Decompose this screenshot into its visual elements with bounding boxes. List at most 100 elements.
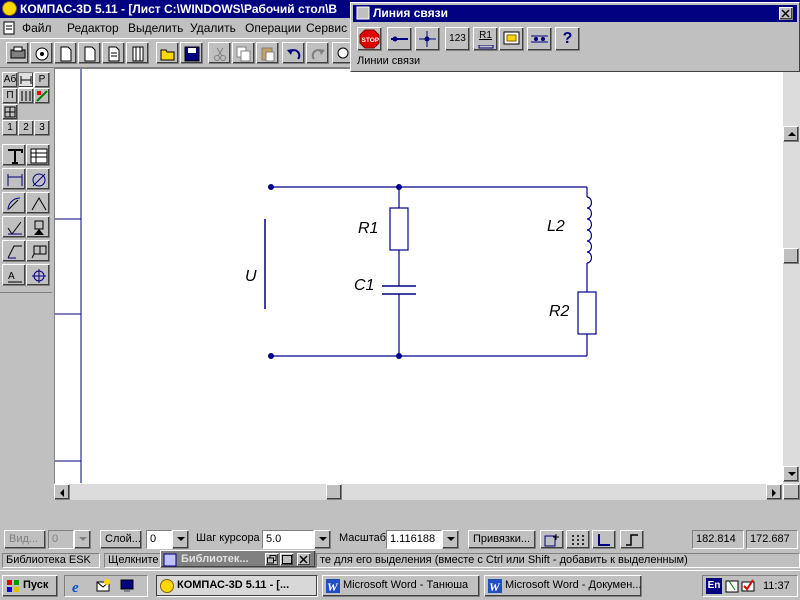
inductor-l2 — [586, 196, 593, 264]
position-label-button[interactable]: A — [2, 264, 26, 286]
task-word-2[interactable]: W Microsoft Word - Докумен... — [484, 575, 642, 597]
task-kompas[interactable]: КОМПАС-3D 5.11 - [... — [156, 575, 318, 597]
tolerance-icon — [31, 245, 47, 259]
horizontal-scroll-thumb[interactable] — [326, 484, 342, 500]
radius-dimension-button[interactable] — [2, 192, 26, 214]
view-field[interactable]: 0 — [48, 530, 74, 549]
layer-button[interactable]: Слой... — [100, 530, 142, 549]
tab-3[interactable]: 3 — [34, 120, 50, 136]
grid-button[interactable] — [566, 530, 590, 549]
redo-button[interactable] — [306, 42, 329, 64]
designation-button[interactable]: R1 — [473, 27, 498, 51]
mail-check-icon[interactable] — [741, 578, 755, 594]
library-restore-button[interactable] — [265, 553, 279, 566]
menu-delete[interactable]: Удалить — [190, 21, 236, 35]
connection-line-panel[interactable]: Линия связи STOP 123 R1 ? Линии связи — [350, 2, 800, 72]
paste-button[interactable] — [256, 42, 279, 64]
tab-2[interactable]: 2 — [18, 120, 34, 136]
menu-operations[interactable]: Операции — [245, 21, 301, 35]
print-preview-button[interactable] — [6, 42, 29, 64]
copy-button[interactable] — [232, 42, 255, 64]
tool-text-page[interactable]: Аб — [2, 72, 18, 88]
cut-button[interactable] — [208, 42, 231, 64]
new-sheet-button[interactable] — [54, 42, 77, 64]
step-dropdown-button[interactable] — [314, 530, 331, 549]
kompas-app-icon[interactable] — [2, 1, 17, 16]
scroll-right-button[interactable] — [766, 484, 782, 500]
clock[interactable]: 11:37 — [763, 580, 790, 592]
circuit-schematic[interactable] — [264, 186, 597, 357]
round-mode-button[interactable] — [620, 530, 644, 549]
menu-edit[interactable]: Редактор — [67, 21, 119, 35]
library-maximize-button[interactable] — [280, 553, 294, 566]
print-button[interactable] — [30, 42, 53, 64]
ortho-button[interactable] — [592, 530, 616, 549]
menu-select[interactable]: Выделить — [128, 21, 183, 35]
new-spec-button[interactable] — [126, 42, 149, 64]
scale-dropdown-button[interactable] — [442, 530, 459, 549]
internet-explorer-icon[interactable]: e — [71, 578, 87, 594]
tool-r-page[interactable]: Р — [34, 72, 50, 88]
connection-line-titlebar[interactable]: Линия связи — [353, 5, 797, 22]
node-point-button[interactable] — [415, 27, 440, 51]
text-tool-button[interactable] — [2, 144, 26, 166]
horizontal-scrollbar[interactable] — [54, 484, 783, 500]
layer-dropdown-button[interactable] — [172, 530, 189, 549]
library-close-button[interactable] — [297, 553, 311, 566]
open-button[interactable] — [156, 42, 179, 64]
tab-1[interactable]: 1 — [2, 120, 18, 136]
drawing-canvas[interactable]: R1 C1 L2 R2 U — [54, 68, 784, 484]
show-desktop-icon[interactable] — [119, 578, 135, 594]
outlook-express-icon[interactable] — [95, 578, 111, 594]
table-tool-button[interactable] — [26, 144, 50, 166]
leader-button[interactable] — [2, 240, 26, 262]
tool-color-page[interactable] — [34, 88, 50, 104]
library-minimized-window[interactable]: Библиотек... — [160, 550, 316, 568]
linear-dimension-button[interactable] — [2, 168, 26, 190]
center-mark-button[interactable] — [26, 264, 50, 286]
tool-p-page[interactable]: П — [2, 88, 18, 104]
save-button[interactable] — [180, 42, 203, 64]
roughness-button[interactable] — [2, 216, 26, 238]
tool-grid-page[interactable] — [2, 104, 18, 120]
menu-file[interactable]: Файл — [22, 21, 52, 35]
snaps-button[interactable]: Привязки... — [468, 530, 536, 549]
language-indicator[interactable]: En — [706, 578, 722, 594]
step-field[interactable]: 5.0 — [262, 530, 314, 549]
tolerance-button[interactable] — [26, 240, 50, 262]
properties-button[interactable] — [499, 27, 524, 51]
new-text-button[interactable] — [102, 42, 125, 64]
tool-params-page[interactable] — [18, 88, 34, 104]
undo-button[interactable] — [282, 42, 305, 64]
layer-field[interactable]: 0 — [146, 530, 172, 549]
scheduler-icon[interactable] — [725, 578, 739, 594]
connection-line-status: Линии связи — [357, 55, 421, 67]
new-fragment-button[interactable] — [78, 42, 101, 64]
diameter-dimension-button[interactable] — [26, 168, 50, 190]
scale-field[interactable]: 1.116188 — [386, 530, 442, 549]
library-status[interactable]: Библиотека ESK — [2, 553, 100, 568]
vertical-scroll-thumb[interactable] — [783, 248, 799, 264]
task-word-1[interactable]: W Microsoft Word - Танюша — [322, 575, 480, 597]
menu-service[interactable]: Сервис — [306, 21, 347, 35]
angle-dimension-button[interactable] — [26, 192, 50, 214]
panel-close-button[interactable] — [779, 7, 793, 20]
start-button[interactable]: Пуск — [2, 575, 58, 597]
numbering-button[interactable]: 123 — [445, 27, 470, 51]
junction-dots — [268, 184, 402, 359]
scroll-up-button[interactable] — [783, 126, 799, 142]
document-menu-icon[interactable] — [2, 21, 16, 35]
line-break-button[interactable] — [527, 27, 552, 51]
scroll-left-button[interactable] — [54, 484, 70, 500]
dimension-page-button[interactable] — [18, 72, 34, 88]
stop-button[interactable]: STOP — [357, 27, 382, 51]
help-button[interactable]: ? — [555, 27, 580, 51]
snap-settings-button[interactable] — [540, 530, 564, 549]
line-segment-button[interactable] — [387, 27, 412, 51]
scroll-down-button[interactable] — [783, 466, 799, 482]
view-button[interactable]: Вид... — [4, 530, 46, 549]
junction-top — [396, 184, 402, 190]
vertical-scrollbar[interactable] — [783, 68, 800, 484]
base-mark-button[interactable] — [26, 216, 50, 238]
view-dropdown-button[interactable] — [74, 530, 91, 549]
